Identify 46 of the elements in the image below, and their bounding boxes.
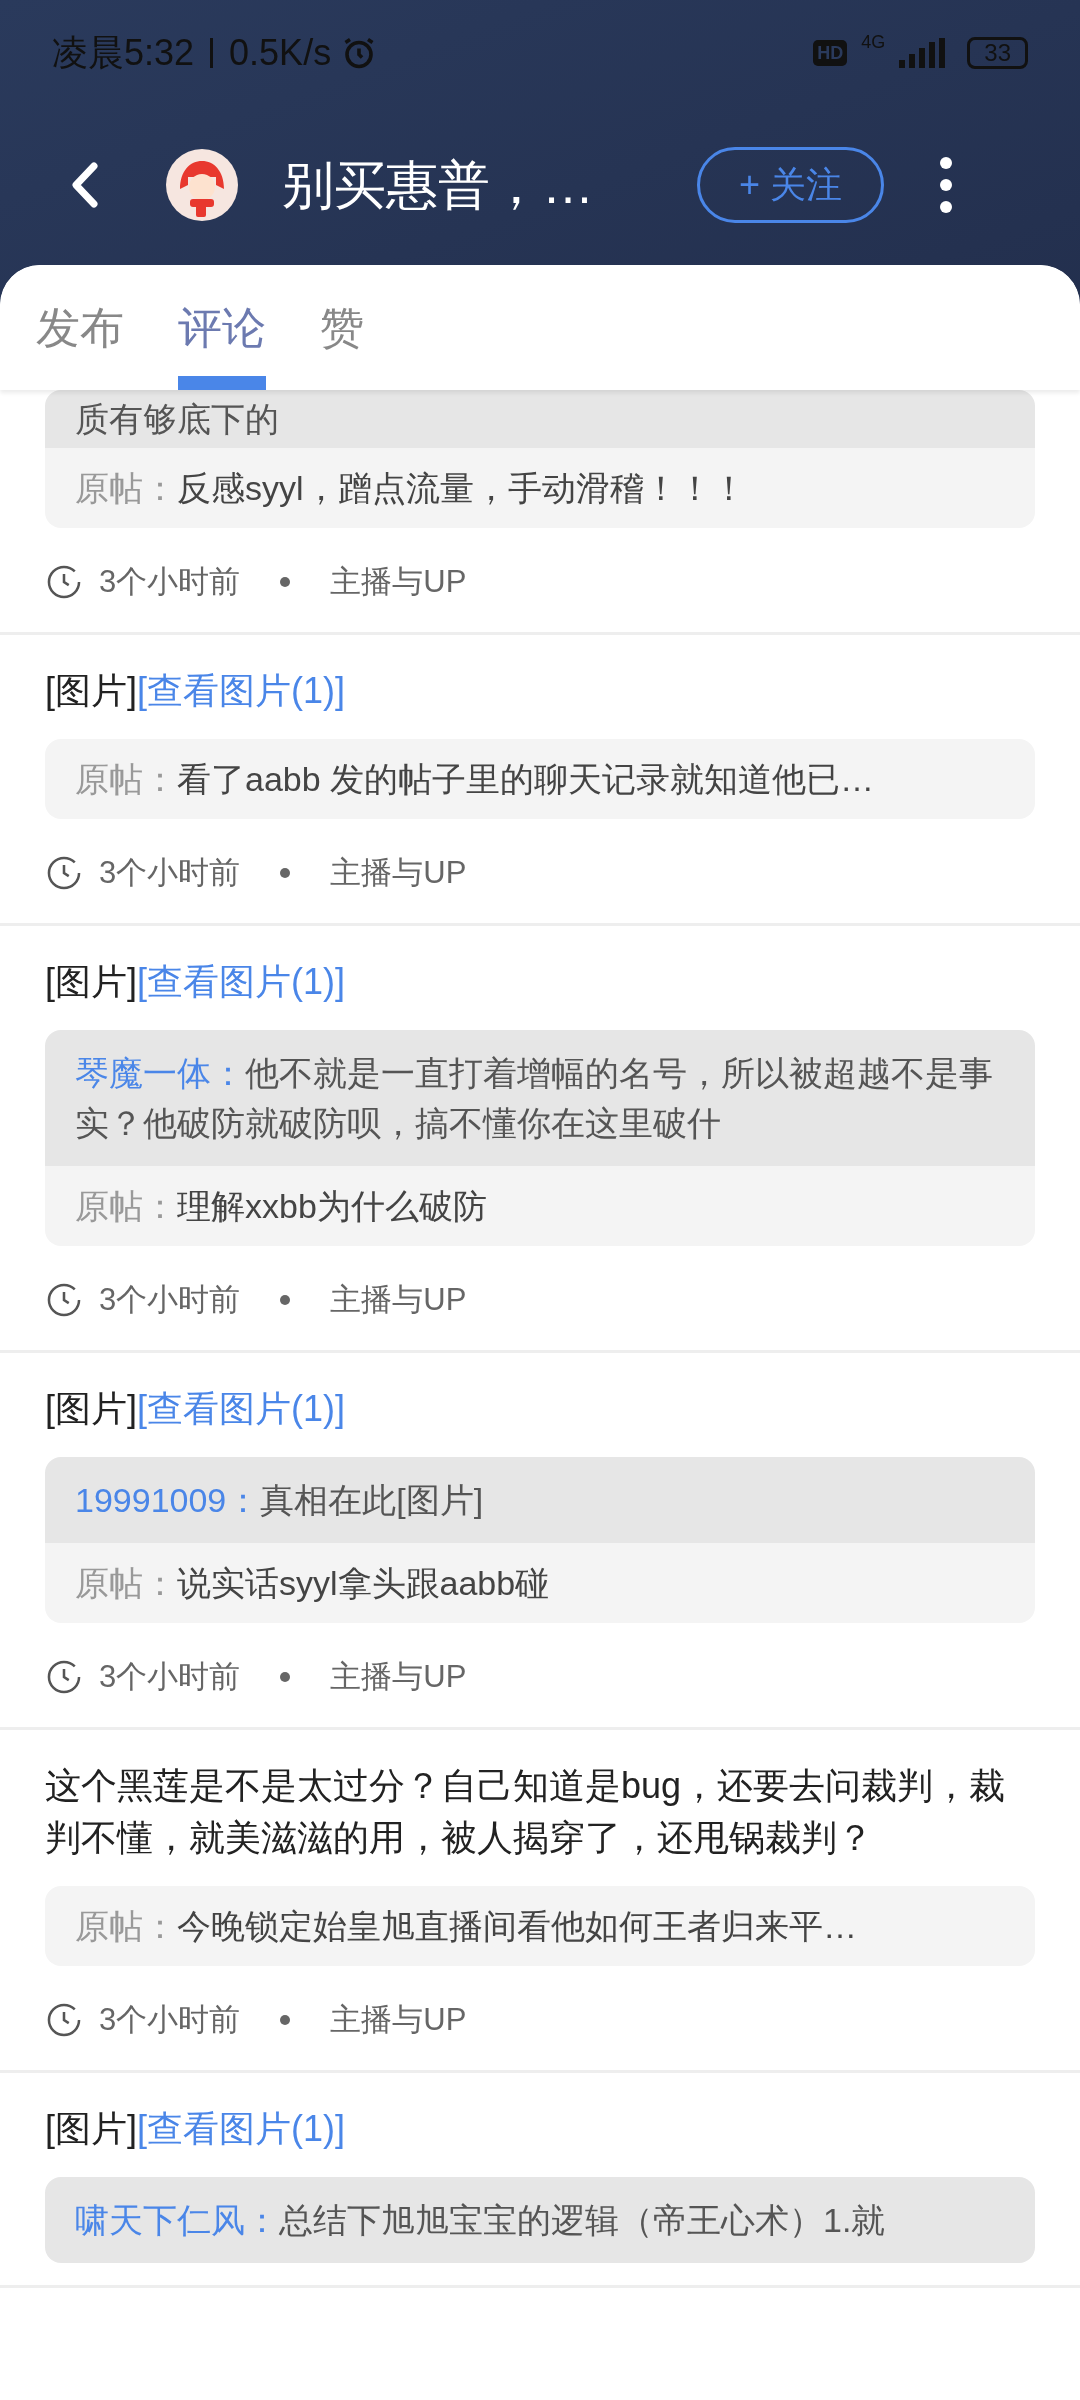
original-post: 原帖：理解xxbb为什么破防 xyxy=(45,1166,1035,1246)
network-speed: 0.5K/s xyxy=(229,30,332,75)
battery-indicator: 33 xyxy=(967,36,1028,69)
post-time: 3个小时前 xyxy=(99,562,241,601)
post-text: [图片][查看图片(1)] xyxy=(45,960,347,1004)
post-time: 3个小时前 xyxy=(99,2000,241,2039)
category-label: 主播与UP xyxy=(330,2000,467,2039)
post-text: [图片][查看图片(1)] xyxy=(45,2107,347,2151)
category-label: 主播与UP xyxy=(330,562,467,601)
quoted-reply: 琴魔一体：他不就是一直打着增幅的名号，所以被超越不是事实？他破防就破防呗，搞不懂你在这里破什 xyxy=(45,1030,1035,1166)
status-divider xyxy=(210,37,214,68)
quoted-reply: 19991009：真相在此[图片] xyxy=(45,1457,1035,1543)
clock-icon xyxy=(45,2001,83,2039)
original-post: 原帖：看了aabb 发的帖子里的聊天记录就知道他已… xyxy=(45,739,1035,819)
clock-icon xyxy=(45,1281,83,1319)
signal-icon xyxy=(899,37,946,68)
post-text: [图片][查看图片(1)] xyxy=(45,1387,347,1431)
quoted-reply: 质有够底下的 xyxy=(45,390,1035,448)
tab[interactable]: 评论 xyxy=(178,265,266,390)
network-type: 4G xyxy=(861,32,886,51)
view-image-link[interactable]: [查看图片(1)] xyxy=(137,1388,346,1429)
view-image-link[interactable]: [查看图片(1)] xyxy=(137,670,346,711)
avatar-icon xyxy=(166,149,238,221)
view-image-link[interactable]: [查看图片(1)] xyxy=(137,2108,346,2149)
view-image-link[interactable]: [查看图片(1)] xyxy=(137,961,346,1002)
category-label: 主播与UP xyxy=(330,1280,467,1319)
post-text: 这个黑莲是不是太过分？自己知道是bug，还要去问裁判，裁判不懂，就美滋滋的用，被人揭穿了，还甩锅裁判？ xyxy=(45,1764,1007,1860)
tab[interactable]: 赞 xyxy=(320,265,364,390)
original-post: 原帖：反感syyl，蹭点流量，手动滑稽！！！ xyxy=(45,448,1035,528)
quoted-reply: 啸天下仁风：总结下旭旭宝宝的逻辑（帝王心术）1.就 xyxy=(45,2177,1035,2263)
hd-badge: HD xyxy=(813,39,848,66)
post-text: [图片][查看图片(1)] xyxy=(45,669,347,713)
clock-icon xyxy=(45,1658,83,1696)
original-post: 原帖：说实话syyl拿头跟aabb碰 xyxy=(45,1543,1035,1623)
status-time: 凌晨5:32 xyxy=(52,30,195,75)
page-title: 别买惠普，… xyxy=(282,155,595,216)
tab[interactable]: 发布 xyxy=(36,265,124,390)
clock-icon xyxy=(45,563,83,601)
follow-button[interactable]: + 关注 xyxy=(697,147,884,223)
post-time: 3个小时前 xyxy=(99,1280,241,1319)
category-label: 主播与UP xyxy=(330,853,467,892)
post-time: 3个小时前 xyxy=(99,853,241,892)
post-time: 3个小时前 xyxy=(99,1657,241,1696)
original-post: 原帖：今晚锁定始皇旭直播间看他如何王者归来平… xyxy=(45,1886,1035,1966)
category-label: 主播与UP xyxy=(330,1657,467,1696)
clock-icon xyxy=(45,854,83,892)
